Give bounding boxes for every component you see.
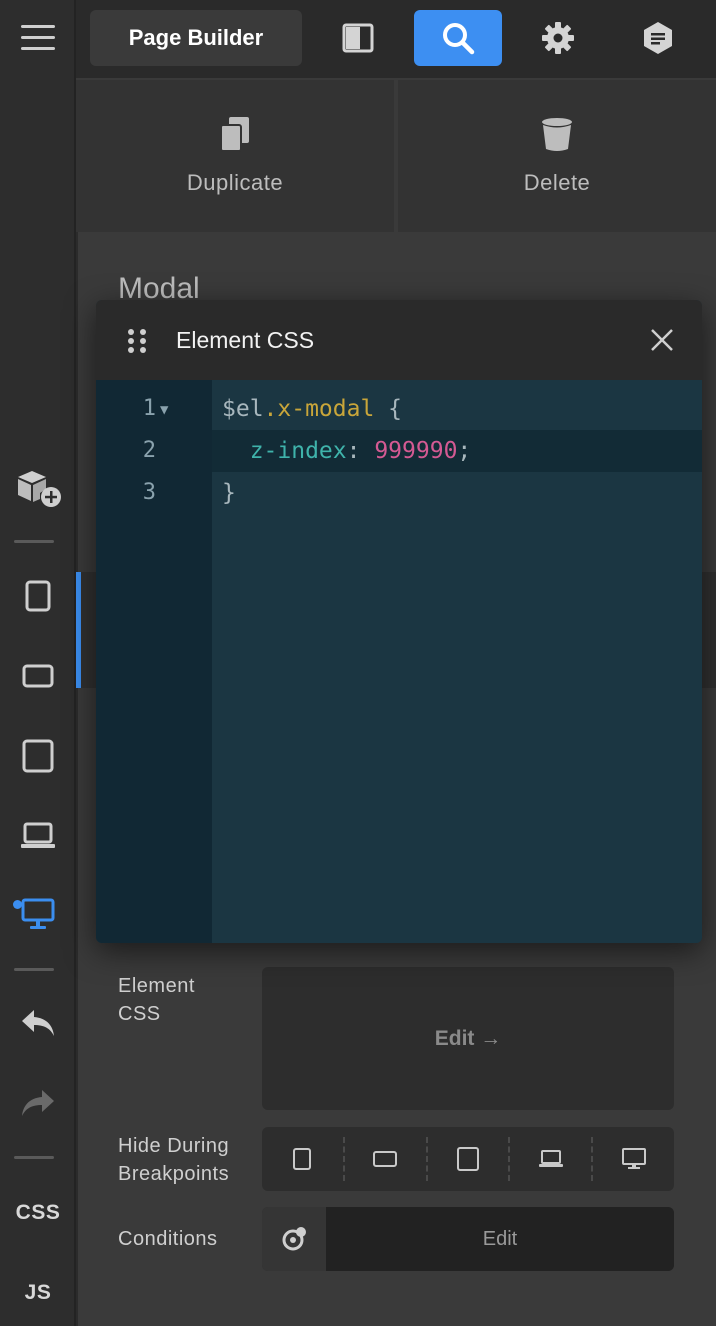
add-element-icon[interactable]: [0, 458, 76, 518]
code-line: $el.x-modal {: [222, 396, 402, 422]
drag-handle-icon[interactable]: [126, 328, 148, 359]
notes-hex-icon[interactable]: [614, 10, 702, 66]
left-rail: CSS JS: [0, 0, 76, 1326]
duplicate-button[interactable]: Duplicate: [76, 80, 394, 232]
breakpoint-phone-landscape-icon[interactable]: [0, 646, 76, 706]
conditions-control: Edit: [262, 1207, 674, 1271]
element-css-label-line1: Element: [118, 975, 195, 997]
hide-breakpoints-label-line1: Hide During: [118, 1135, 230, 1157]
breakpoint-laptop-icon[interactable]: [0, 806, 76, 866]
hide-desktop-toggle[interactable]: [593, 1137, 674, 1181]
element-css-label: Element CSS: [118, 972, 195, 1028]
element-css-label-line2: CSS: [118, 1003, 161, 1025]
breakpoint-tablet-icon[interactable]: [0, 726, 76, 786]
tablet-icon: [456, 1147, 479, 1171]
top-bar: Page Builder: [76, 0, 716, 80]
line-number: 2: [142, 438, 156, 463]
code-token: 999990: [374, 438, 458, 464]
line-number: 1: [142, 396, 156, 421]
breakpoint-phone-icon[interactable]: [0, 566, 76, 626]
line-number: 3: [142, 480, 156, 505]
code-token: .x-modal: [263, 396, 375, 422]
hide-laptop-toggle[interactable]: [510, 1137, 594, 1181]
hide-phone-landscape-toggle[interactable]: [345, 1137, 428, 1181]
gear-icon[interactable]: [514, 10, 602, 66]
delete-label: Delete: [523, 170, 591, 195]
fold-toggle-icon[interactable]: ▼: [160, 402, 168, 418]
close-icon[interactable]: [650, 328, 674, 357]
menu-icon[interactable]: [0, 8, 76, 68]
hide-tablet-toggle[interactable]: [428, 1137, 511, 1181]
breakpoint-desktop-icon[interactable]: [0, 884, 76, 944]
trash-icon: [542, 118, 572, 151]
rail-divider: [14, 968, 54, 971]
search-icon[interactable]: [414, 10, 502, 66]
redo-icon[interactable]: [0, 1074, 76, 1134]
rail-divider: [14, 540, 54, 543]
code-token: z-index: [222, 438, 347, 464]
duplicate-label: Duplicate: [186, 170, 284, 195]
layout-panel-icon[interactable]: [314, 10, 402, 66]
global-css-button[interactable]: CSS: [0, 1183, 76, 1243]
global-js-button[interactable]: JS: [0, 1263, 76, 1323]
element-css-modal: Element CSS 1 ▼ $el.x-modal {2 z-index: 99…: [96, 300, 702, 943]
code-line: }: [222, 480, 236, 506]
js-label: JS: [24, 1281, 52, 1304]
delete-button[interactable]: Delete: [398, 80, 716, 232]
element-actions: Duplicate Delete: [76, 80, 716, 232]
duplicate-icon: [220, 117, 249, 152]
modal-title: Element CSS: [176, 327, 315, 353]
code-token: $el: [222, 396, 264, 422]
hide-phone-toggle[interactable]: [262, 1137, 345, 1181]
phone-icon: [293, 1148, 312, 1170]
phone-landscape-icon: [373, 1151, 398, 1167]
active-section-indicator: [76, 572, 81, 688]
conditions-edit-button[interactable]: Edit: [326, 1207, 674, 1271]
line-number-gutter: [96, 380, 212, 943]
code-line: z-index: 999990;: [222, 438, 472, 464]
desktop-icon: [621, 1148, 646, 1169]
undo-icon[interactable]: [0, 994, 76, 1054]
code-token: {: [374, 396, 403, 422]
laptop-icon: [538, 1150, 563, 1167]
page-builder-button[interactable]: Page Builder: [90, 10, 302, 66]
element-css-edit-button[interactable]: Edit →: [262, 967, 674, 1110]
code-token: ;: [457, 438, 472, 464]
code-token: :: [346, 438, 375, 464]
conditions-label: Conditions: [118, 1228, 218, 1250]
hide-breakpoints-label: Hide During Breakpoints: [118, 1132, 229, 1188]
css-label: CSS: [15, 1201, 61, 1224]
active-indicator-dot: [13, 900, 22, 909]
code-token: }: [222, 480, 236, 506]
modal-header: Element CSS: [96, 300, 702, 380]
hide-breakpoints-label-line2: Breakpoints: [118, 1163, 230, 1185]
rail-divider: [14, 1156, 54, 1159]
conditions-icon[interactable]: [262, 1207, 326, 1271]
hide-breakpoints-toggles: [262, 1127, 674, 1191]
